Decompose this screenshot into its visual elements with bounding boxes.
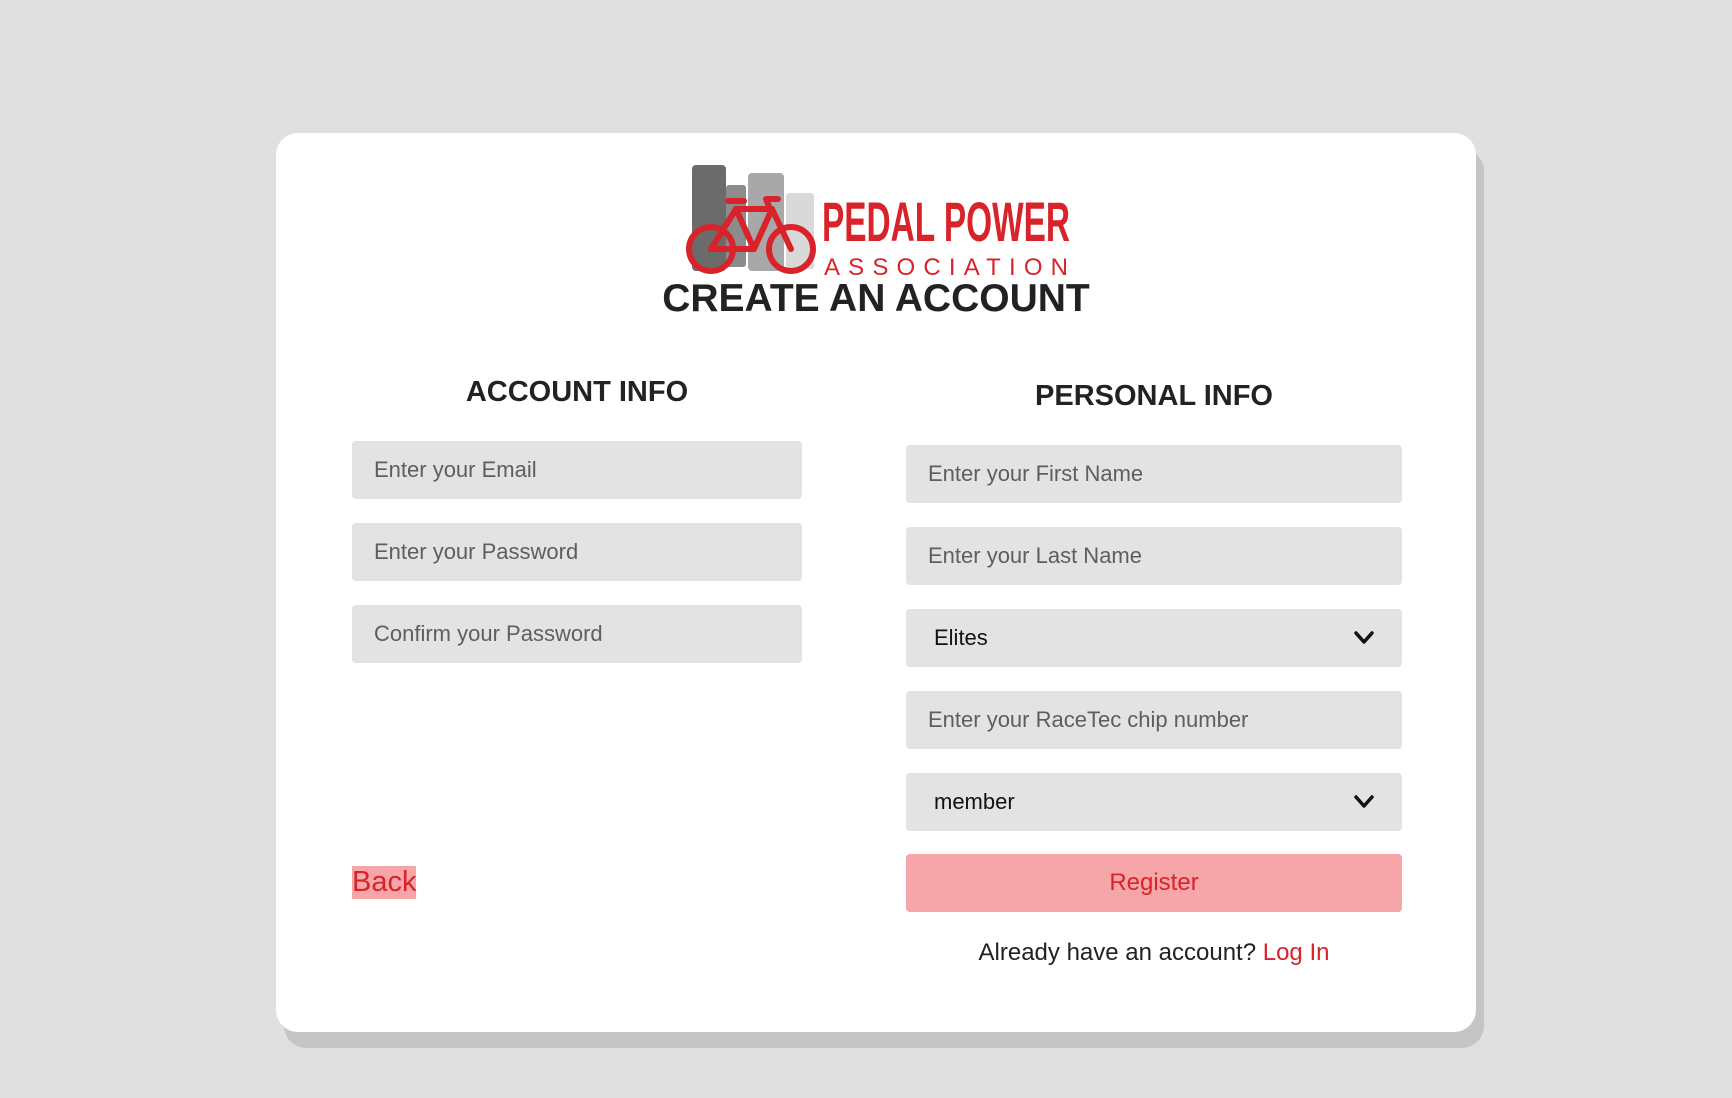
personal-info-heading: PERSONAL INFO	[1035, 380, 1273, 412]
chevron-down-icon	[1354, 795, 1374, 808]
pedal-power-logo: PEDAL POWER ASSOCIATION	[686, 165, 1070, 279]
confirm-password-input[interactable]	[352, 605, 802, 663]
category-selected-value: Elites	[934, 625, 988, 650]
password-input[interactable]	[352, 523, 802, 581]
chevron-down-icon	[1354, 631, 1374, 644]
page-title: CREATE AN ACCOUNT	[662, 277, 1090, 320]
login-link[interactable]: Log In	[1263, 939, 1330, 966]
register-card: PEDAL POWER ASSOCIATION CREATE AN ACCOUN…	[276, 133, 1476, 1032]
first-name-input[interactable]	[906, 445, 1402, 503]
register-button[interactable]: Register	[906, 854, 1402, 912]
role-select[interactable]: member	[906, 773, 1402, 831]
back-link[interactable]: Back	[352, 866, 417, 899]
racetec-chip-input[interactable]	[906, 691, 1402, 749]
last-name-input[interactable]	[906, 527, 1402, 585]
login-prompt-text: Already have an account?	[978, 939, 1257, 966]
brand-name-line2: ASSOCIATION	[824, 254, 1068, 279]
email-input[interactable]	[352, 441, 802, 499]
role-selected-value: member	[934, 789, 1015, 814]
brand-name-line1: PEDAL POWER	[822, 190, 1070, 253]
category-select[interactable]: Elites	[906, 609, 1402, 667]
login-prompt-line: Already have an account? Log In	[906, 939, 1402, 967]
account-info-heading: ACCOUNT INFO	[465, 376, 689, 408]
